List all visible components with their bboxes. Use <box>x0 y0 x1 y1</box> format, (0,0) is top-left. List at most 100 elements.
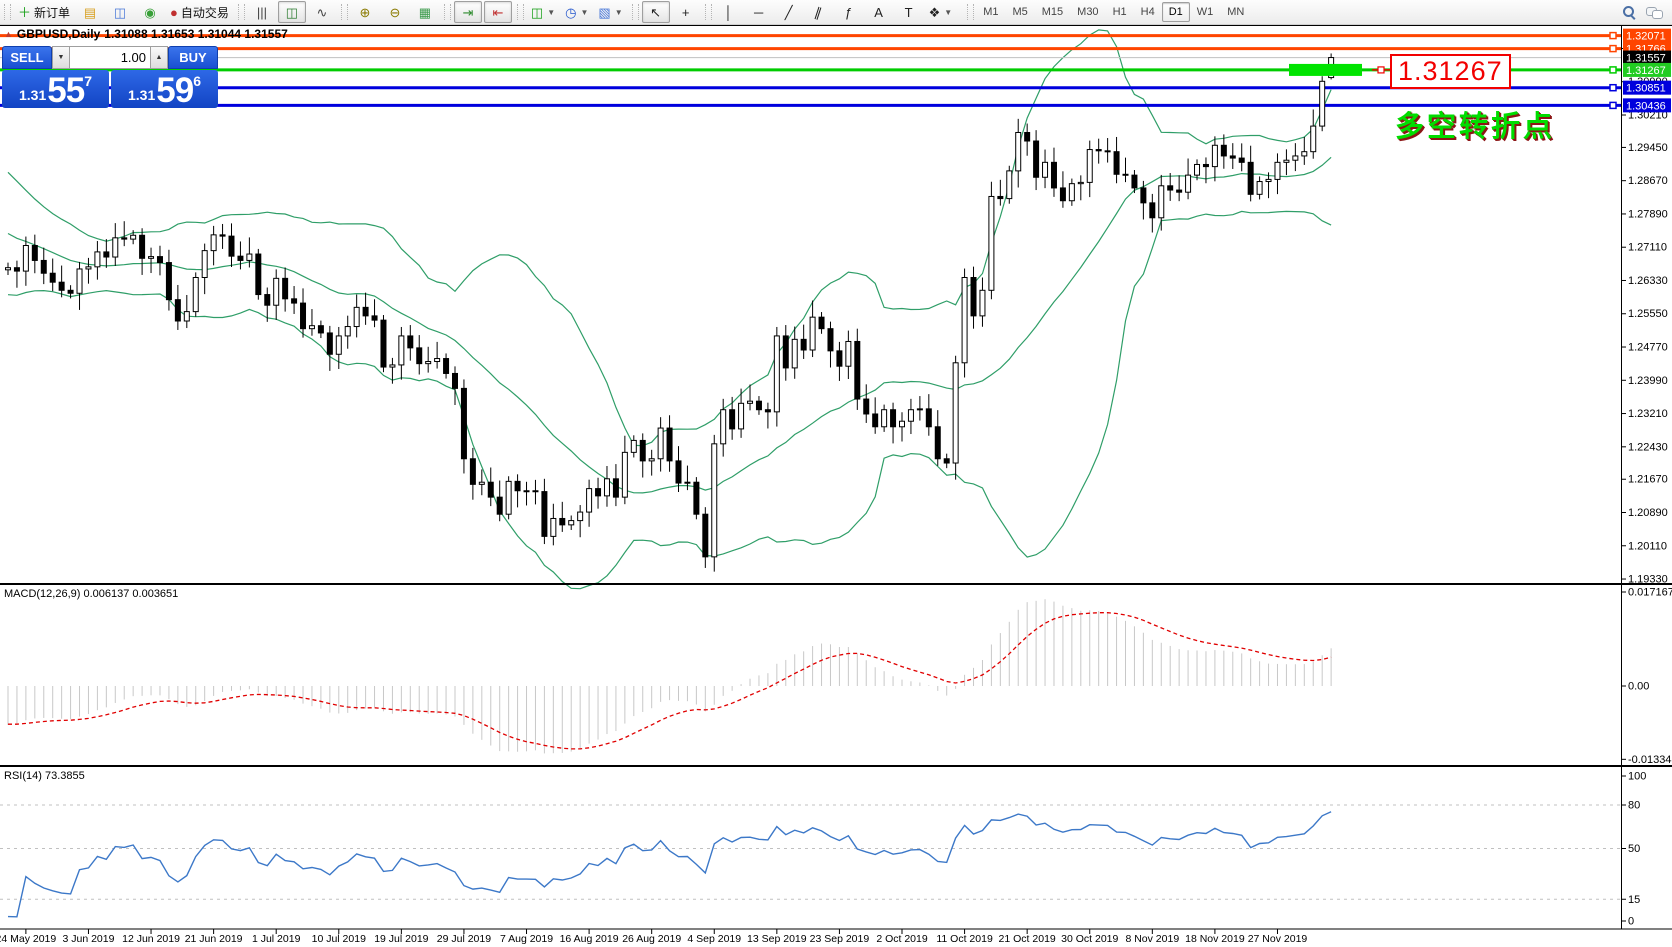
timeframe-m15[interactable]: M15 <box>1035 2 1070 22</box>
timeframe-m30[interactable]: M30 <box>1070 2 1105 22</box>
zoom-out-button[interactable]: ⊖ <box>381 1 409 23</box>
arrows-icon: ❖ <box>929 6 941 19</box>
candlestick-chart-icon: ◫ <box>286 6 298 19</box>
vertical-line-button[interactable]: │ <box>715 1 743 23</box>
chart-title: ▲ GBPUSD,Daily 1.31088 1.31653 1.31044 1… <box>4 27 288 41</box>
equidistant-channel-icon: ∥ <box>814 5 824 19</box>
rsi-axis-label: 50 <box>1628 843 1640 855</box>
trendline-icon: ╱ <box>785 6 793 19</box>
auto-scroll-button[interactable]: ⇥ <box>454 1 482 23</box>
price-tick-label: 1.25550 <box>1628 308 1668 320</box>
price-callout-box[interactable]: 1.31267 <box>1390 54 1511 89</box>
bar-chart-button[interactable]: ||| <box>248 1 276 23</box>
turning-point-annotation[interactable]: 多空转折点 <box>1395 103 1555 145</box>
highlight-bar[interactable] <box>1289 64 1362 76</box>
arrows-dropdown[interactable]: ❖▼ <box>925 1 957 23</box>
toolbar-separator <box>705 4 712 20</box>
cursor-button[interactable]: ↖ <box>642 1 670 23</box>
tile-windows-button[interactable]: ▦ <box>411 1 439 23</box>
timeframe-h4[interactable]: H4 <box>1134 2 1162 22</box>
pane-borders-layer <box>0 25 1672 929</box>
date-label: 3 Jun 2019 <box>62 933 114 945</box>
volume-decrease-button[interactable]: ▼ <box>52 46 70 69</box>
price-tick-label: 1.20110 <box>1628 540 1667 552</box>
cursor-icon: ↖ <box>650 6 661 19</box>
candles-layer <box>6 53 1334 571</box>
chat-icon[interactable] <box>1646 6 1662 19</box>
line-chart-button[interactable]: ∿ <box>308 1 336 23</box>
timeframe-mn[interactable]: MN <box>1220 2 1251 22</box>
fibonacci-button[interactable]: ƒ <box>835 1 863 23</box>
ohlc-values: 1.31088 1.31653 1.31044 1.31557 <box>104 27 288 41</box>
buy-button[interactable]: BUY <box>168 46 218 69</box>
trendline-button[interactable]: ╱ <box>775 1 803 23</box>
sell-button[interactable]: SELL <box>2 46 52 69</box>
date-label: 16 Aug 2019 <box>560 933 619 945</box>
toolbar-separator <box>4 4 11 20</box>
level-price-label: 1.30436 <box>1626 100 1666 112</box>
date-label: 23 Sep 2019 <box>810 933 870 945</box>
bollinger-bands-layer <box>8 30 1331 589</box>
new-chart-dropdown[interactable]: ◫▼ <box>527 1 559 23</box>
toolbar-separator <box>444 4 451 20</box>
fibonacci-icon: ƒ <box>845 6 852 19</box>
sell-price-small: 1.31 <box>19 87 46 103</box>
date-label: 4 Sep 2019 <box>687 933 741 945</box>
sell-price-sup: 7 <box>84 73 92 89</box>
text-button[interactable]: A <box>865 1 893 23</box>
level-price-label: 1.31267 <box>1626 65 1666 77</box>
templates-dropdown[interactable]: ▧▼ <box>594 1 626 23</box>
chevron-down-icon: ▼ <box>547 8 555 17</box>
sell-price-box[interactable]: 1.31 55 7 <box>2 70 109 108</box>
toolbar: ＋新订单▤◫◉●自动交易|||◫∿⊕⊖▦⇥⇤◫▼◷▼▧▼↖+│─╱∥ƒAT❖▼ … <box>0 0 1672 25</box>
history-book-icon[interactable]: ▤ <box>76 1 104 23</box>
symbol-label: GBPUSD,Daily <box>17 27 100 41</box>
timeframe-d1[interactable]: D1 <box>1162 2 1190 22</box>
toolbar-separator <box>632 4 639 20</box>
new-order-button[interactable]: ＋新订单 <box>14 1 74 23</box>
periods-dropdown[interactable]: ◷▼ <box>561 1 592 23</box>
chart-window-icon-icon: ◫ <box>114 6 126 19</box>
bar-chart-icon: ||| <box>257 6 267 19</box>
tile-windows-icon: ▦ <box>419 6 431 19</box>
volume-input[interactable] <box>70 46 150 69</box>
toolbar-separator <box>967 4 974 20</box>
autotrading-button[interactable]: ●自动交易 <box>166 1 233 23</box>
timeframe-h1[interactable]: H1 <box>1106 2 1134 22</box>
label-icon: T <box>905 6 913 19</box>
date-label: 19 Jul 2019 <box>374 933 428 945</box>
date-label: 1 Jul 2019 <box>252 933 301 945</box>
date-label: 21 Oct 2019 <box>999 933 1056 945</box>
autotrading-button-label: 自动交易 <box>181 4 229 21</box>
templates-icon: ▧ <box>598 6 610 19</box>
rsi-axis-label: 15 <box>1628 894 1640 906</box>
timeframe-m5[interactable]: M5 <box>1005 2 1034 22</box>
timeframe-m1[interactable]: M1 <box>976 2 1005 22</box>
zoom-in-button[interactable]: ⊕ <box>351 1 379 23</box>
auto-scroll-icon: ⇥ <box>462 6 473 19</box>
search-icon[interactable] <box>1622 5 1636 19</box>
symbol-icon: ▲ <box>4 29 13 39</box>
price-tick-label: 1.27890 <box>1628 208 1668 220</box>
rsi-layer: RSI(14) 73.38551008050150 <box>0 770 1646 928</box>
chart-window-icon[interactable]: ◫ <box>106 1 134 23</box>
candlestick-chart-button[interactable]: ◫ <box>278 1 306 23</box>
equidistant-channel-button[interactable]: ∥ <box>805 1 833 23</box>
rsi-line <box>8 812 1331 917</box>
price-tick-label: 1.28670 <box>1628 175 1668 187</box>
horizontal-line-button[interactable]: ─ <box>745 1 773 23</box>
price-tick-label: 1.24770 <box>1628 342 1668 354</box>
rsi-axis-label: 0 <box>1628 916 1634 928</box>
timeframe-w1[interactable]: W1 <box>1190 2 1221 22</box>
date-label: 27 Nov 2019 <box>1248 933 1308 945</box>
chart-shift-icon: ⇤ <box>492 6 503 19</box>
macd-signal-line <box>8 613 1331 749</box>
crosshair-button[interactable]: + <box>672 1 700 23</box>
signal-icon[interactable]: ◉ <box>136 1 164 23</box>
buy-price-box[interactable]: 1.31 59 6 <box>111 70 218 108</box>
label-button[interactable]: T <box>895 1 923 23</box>
volume-increase-button[interactable]: ▲ <box>150 46 168 69</box>
chart-shift-button[interactable]: ⇤ <box>484 1 512 23</box>
chevron-down-icon: ▼ <box>944 8 952 17</box>
history-book-icon-icon: ▤ <box>84 6 96 19</box>
